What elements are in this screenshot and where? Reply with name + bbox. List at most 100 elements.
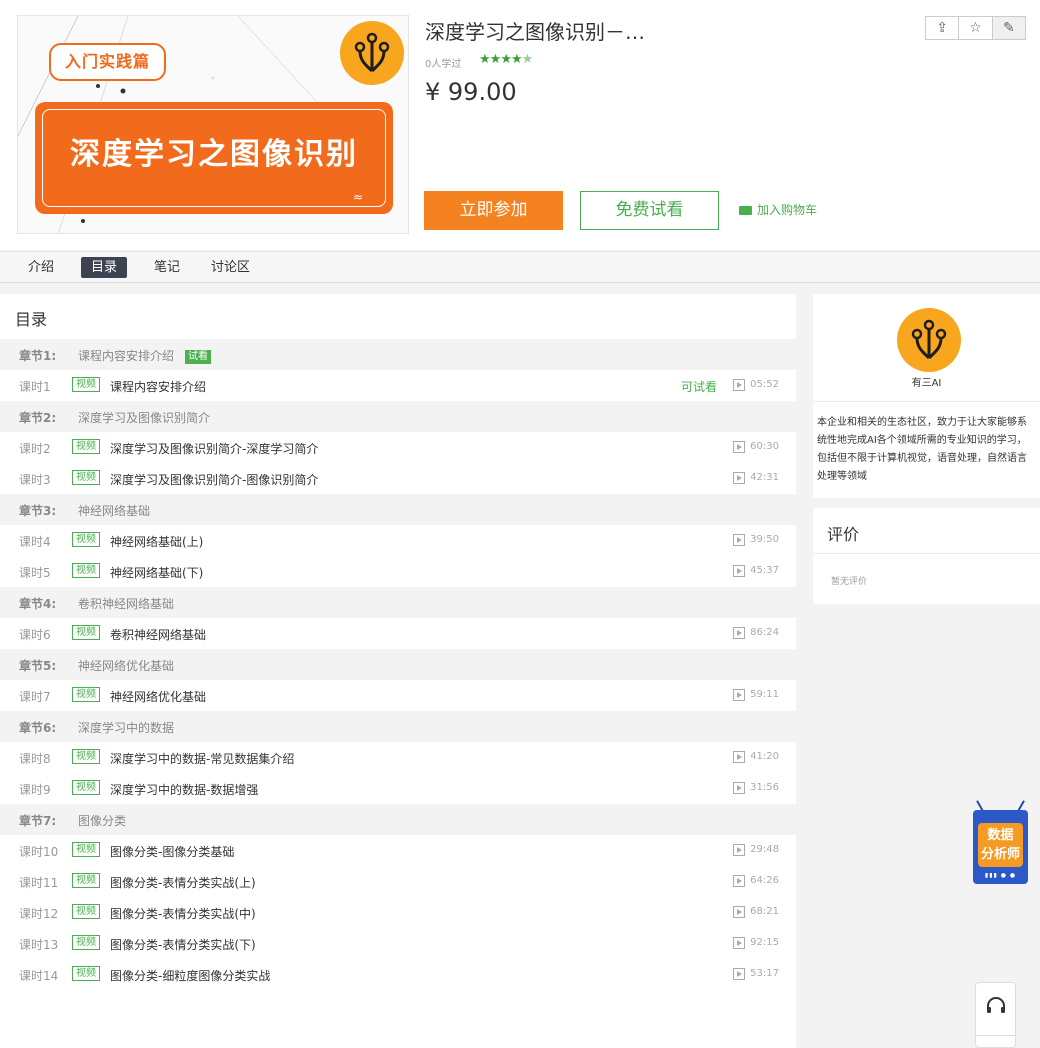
video-tag: 视频 [72,904,100,919]
trial-link[interactable]: 可试看 [681,378,717,395]
cart-icon [739,206,752,215]
video-tag: 视频 [72,377,100,392]
lesson-title[interactable]: 图像分类-表情分类实战(上) [110,874,256,891]
provider-name[interactable]: 有三AI [813,374,1040,389]
lesson-row[interactable]: 课时11 视频 图像分类-表情分类实战(上) 64:26 [0,866,796,897]
lesson-duration: 53:17 [750,968,779,979]
lesson-row[interactable]: 课时1 视频 课程内容安排介绍 可试看 05:52 [0,370,796,401]
review-card: 评价 暂无评价 [813,508,1040,604]
lesson-title[interactable]: 深度学习中的数据-常见数据集介绍 [110,750,294,767]
lesson-row[interactable]: 课时5 视频 神经网络基础(下) 45:37 [0,556,796,587]
lesson-label: 课时9 [19,783,51,797]
video-tag: 视频 [72,935,100,950]
chapter-row: 章节5: 神经网络优化基础 [0,649,796,680]
play-icon[interactable] [733,534,745,546]
lesson-row[interactable]: 课时3 视频 深度学习及图像识别简介-图像识别简介 42:31 [0,463,796,494]
lesson-title[interactable]: 深度学习及图像识别简介-图像识别简介 [110,471,318,488]
play-icon[interactable] [733,782,745,794]
chapter-row: 章节2: 深度学习及图像识别简介 [0,401,796,432]
chapter-title: 图像分类 [78,814,127,828]
course-header: 入门实践篇 深度学习之图像识别 ≈ 深度学习之图像识别－… 0人学过 ★★★★★… [0,0,1040,250]
chapter-label: 章节1: [19,349,57,363]
tab-intro[interactable]: 介绍 [18,257,64,278]
lesson-duration: 05:52 [750,379,779,390]
free-trial-button[interactable]: 免费试看 [580,191,719,230]
lesson-title[interactable]: 神经网络基础(下) [110,564,203,581]
video-tag: 视频 [72,966,100,981]
video-tag: 视频 [72,439,100,454]
lesson-title[interactable]: 神经网络基础(上) [110,533,203,550]
play-icon[interactable] [733,937,745,949]
lesson-title[interactable]: 图像分类-细粒度图像分类实战 [110,967,270,984]
lesson-title[interactable]: 卷积神经网络基础 [110,626,206,643]
video-tag: 视频 [72,625,100,640]
lesson-label: 课时13 [19,938,59,952]
learner-count: 0人学过 [425,59,462,70]
tab-notes[interactable]: 笔记 [144,257,190,278]
play-icon[interactable] [733,472,745,484]
play-icon[interactable] [733,627,745,639]
lesson-row[interactable]: 课时6 视频 卷积神经网络基础 86:24 [0,618,796,649]
lesson-row[interactable]: 课时13 视频 图像分类-表情分类实战(下) 92:15 [0,928,796,959]
chapter-title: 卷积神经网络基础 [78,597,175,611]
lesson-title[interactable]: 深度学习中的数据-数据增强 [110,781,258,798]
lesson-row[interactable]: 课时12 视频 图像分类-表情分类实战(中) 68:21 [0,897,796,928]
chapter-label: 章节6: [19,721,57,735]
provider-card: 有三AI 本企业和相关的生态社区，致力于让大家能够系统性地完成AI各个领域所需的… [813,294,1040,498]
lesson-title[interactable]: 图像分类-表情分类实战(下) [110,936,256,953]
lesson-title[interactable]: 神经网络优化基础 [110,688,206,705]
lesson-row[interactable]: 课时2 视频 深度学习及图像识别简介-深度学习简介 60:30 [0,432,796,463]
play-icon[interactable] [733,689,745,701]
lesson-title[interactable]: 课程内容安排介绍 [110,378,206,395]
add-to-cart-link[interactable]: 加入购物车 [739,201,817,218]
floating-ad-badge[interactable]: 数据 分析师 ▮▮▮ ● ● [973,800,1028,884]
share-icon[interactable]: ⇪ [926,17,960,39]
play-icon[interactable] [733,968,745,980]
lesson-duration: 29:48 [750,844,779,855]
chapter-label: 章节3: [19,504,57,518]
video-tag: 视频 [72,687,100,702]
video-tag: 视频 [72,873,100,888]
lesson-duration: 86:24 [750,627,779,638]
lesson-row[interactable]: 课时7 视频 神经网络优化基础 59:11 [0,680,796,711]
chapter-row: 章节7: 图像分类 [0,804,796,835]
cover-title: 深度学习之图像识别 [70,137,358,172]
play-icon[interactable] [733,441,745,453]
lesson-title[interactable]: 深度学习及图像识别简介-深度学习简介 [110,440,318,457]
chapter-row: 章节1: 课程内容安排介绍 试看 [0,339,796,370]
tab-discussion[interactable]: 讨论区 [201,257,260,278]
chapter-label: 章节4: [19,597,57,611]
divider [813,401,1040,402]
play-icon[interactable] [733,379,745,391]
lesson-title[interactable]: 图像分类-图像分类基础 [110,843,234,860]
chapter-row: 章节3: 神经网络基础 [0,494,796,525]
star-icon: ★ [489,52,502,67]
tab-catalog[interactable]: 目录 [81,257,128,278]
lesson-row[interactable]: 课时9 视频 深度学习中的数据-数据增强 31:56 [0,773,796,804]
play-icon[interactable] [733,906,745,918]
lesson-row[interactable]: 课时14 视频 图像分类-细粒度图像分类实战 53:17 [0,959,796,990]
play-icon[interactable] [733,875,745,887]
course-title: 深度学习之图像识别－… [425,20,645,44]
provider-logo-icon[interactable] [897,308,961,372]
lesson-row[interactable]: 课时8 视频 深度学习中的数据-常见数据集介绍 41:20 [0,742,796,773]
chapter-row: 章节4: 卷积神经网络基础 [0,587,796,618]
lesson-label: 课时2 [19,442,51,456]
play-icon[interactable] [733,565,745,577]
join-button[interactable]: 立即参加 [424,191,563,230]
lesson-duration: 92:15 [750,937,779,948]
rating-stars: ★★★★★ [479,52,533,67]
lesson-title[interactable]: 图像分类-表情分类实战(中) [110,905,256,922]
cover-banner: 深度学习之图像识别 ≈ [35,102,393,214]
lesson-row[interactable]: 课时4 视频 神经网络基础(上) 39:50 [0,525,796,556]
customer-support-button[interactable] [975,982,1016,1048]
play-icon[interactable] [733,751,745,763]
edit-icon[interactable]: ✎ [992,17,1025,39]
lesson-duration: 60:30 [750,441,779,452]
video-tag: 视频 [72,470,100,485]
star-icon[interactable]: ☆ [959,17,993,39]
headset-icon [976,995,1015,1022]
lesson-row[interactable]: 课时10 视频 图像分类-图像分类基础 29:48 [0,835,796,866]
lesson-duration: 42:31 [750,472,779,483]
play-icon[interactable] [733,844,745,856]
